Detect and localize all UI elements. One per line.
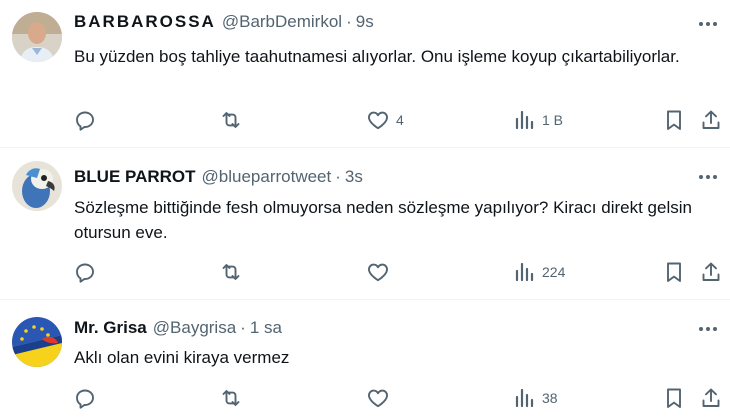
bookmark-button[interactable]	[662, 384, 686, 412]
view-count: 224	[542, 264, 566, 280]
separator-dot: ·	[335, 167, 341, 186]
display-name[interactable]: Mr. Grisa	[74, 318, 147, 338]
share-button[interactable]	[699, 106, 723, 134]
action-bar: 4 1 B	[0, 106, 730, 134]
retweet-icon	[219, 108, 243, 132]
reply-button[interactable]	[73, 106, 103, 134]
tweet-header: BLUE PARROT @blueparrotweet · 3s	[74, 167, 363, 187]
share-button[interactable]	[699, 258, 723, 286]
share-icon	[699, 108, 723, 132]
like-button[interactable]: 4	[366, 106, 404, 134]
like-count: 4	[396, 112, 404, 128]
reply-icon	[73, 108, 97, 132]
reply-button[interactable]	[73, 258, 103, 286]
tweet-text: Aklı olan evini kiraya vermez	[74, 348, 290, 367]
action-bar: 38	[0, 384, 730, 412]
share-icon	[699, 386, 723, 410]
retweet-button[interactable]	[219, 106, 249, 134]
view-count: 1 B	[542, 112, 564, 128]
user-handle[interactable]: @blueparrotweet	[202, 167, 332, 187]
tweet-text: Sözleşme bittiğinde fesh olmuyorsa neden…	[74, 198, 692, 242]
avatar[interactable]	[12, 161, 62, 211]
tweet[interactable]: BLUE PARROT @blueparrotweet · 3s Sözleşm…	[0, 147, 730, 299]
views-button[interactable]: 1 B	[512, 106, 563, 134]
bookmark-button[interactable]	[662, 258, 686, 286]
bookmark-button[interactable]	[662, 106, 686, 134]
timestamp[interactable]: 1 sa	[250, 318, 282, 338]
more-icon[interactable]	[696, 165, 720, 189]
user-handle[interactable]: @BarbDemirkol	[222, 12, 342, 32]
heart-icon	[366, 108, 390, 132]
views-button[interactable]: 38	[512, 384, 558, 412]
display-name[interactable]: BARBAROSSA	[74, 12, 216, 32]
reply-button[interactable]	[73, 384, 103, 412]
tweet[interactable]: BARBAROSSA @BarbDemirkol · 9s Bu yüzden …	[0, 0, 730, 147]
heart-icon	[366, 260, 390, 284]
views-icon	[512, 386, 536, 410]
views-icon	[512, 108, 536, 132]
views-icon	[512, 260, 536, 284]
share-button[interactable]	[699, 384, 723, 412]
bookmark-icon	[662, 386, 686, 410]
like-button[interactable]	[366, 384, 396, 412]
view-count: 38	[542, 390, 558, 406]
avatar[interactable]	[12, 317, 62, 367]
share-icon	[699, 260, 723, 284]
retweet-button[interactable]	[219, 384, 249, 412]
retweet-icon	[219, 386, 243, 410]
reply-icon	[73, 386, 97, 410]
bookmark-icon	[662, 260, 686, 284]
tweet[interactable]: Mr. Grisa @Baygrisa · 1 sa Aklı olan evi…	[0, 299, 730, 420]
action-bar: 224	[0, 258, 730, 286]
tweet-header: BARBAROSSA @BarbDemirkol · 9s	[74, 12, 374, 32]
timestamp[interactable]: 9s	[356, 12, 374, 32]
views-button[interactable]: 224	[512, 258, 565, 286]
retweet-icon	[219, 260, 243, 284]
separator-dot: ·	[240, 318, 246, 337]
timestamp[interactable]: 3s	[345, 167, 363, 187]
tweet-text: Bu yüzden boş tahliye taahutnamesi alıyo…	[74, 47, 680, 66]
bookmark-icon	[662, 108, 686, 132]
retweet-button[interactable]	[219, 258, 249, 286]
separator-dot: ·	[346, 12, 352, 31]
display-name[interactable]: BLUE PARROT	[74, 167, 196, 187]
like-button[interactable]	[366, 258, 396, 286]
user-handle[interactable]: @Baygrisa	[153, 318, 236, 338]
avatar[interactable]	[12, 12, 62, 62]
heart-icon	[366, 386, 390, 410]
more-icon[interactable]	[696, 12, 720, 36]
tweet-header: Mr. Grisa @Baygrisa · 1 sa	[74, 318, 282, 338]
reply-icon	[73, 260, 97, 284]
more-icon[interactable]	[696, 317, 720, 341]
